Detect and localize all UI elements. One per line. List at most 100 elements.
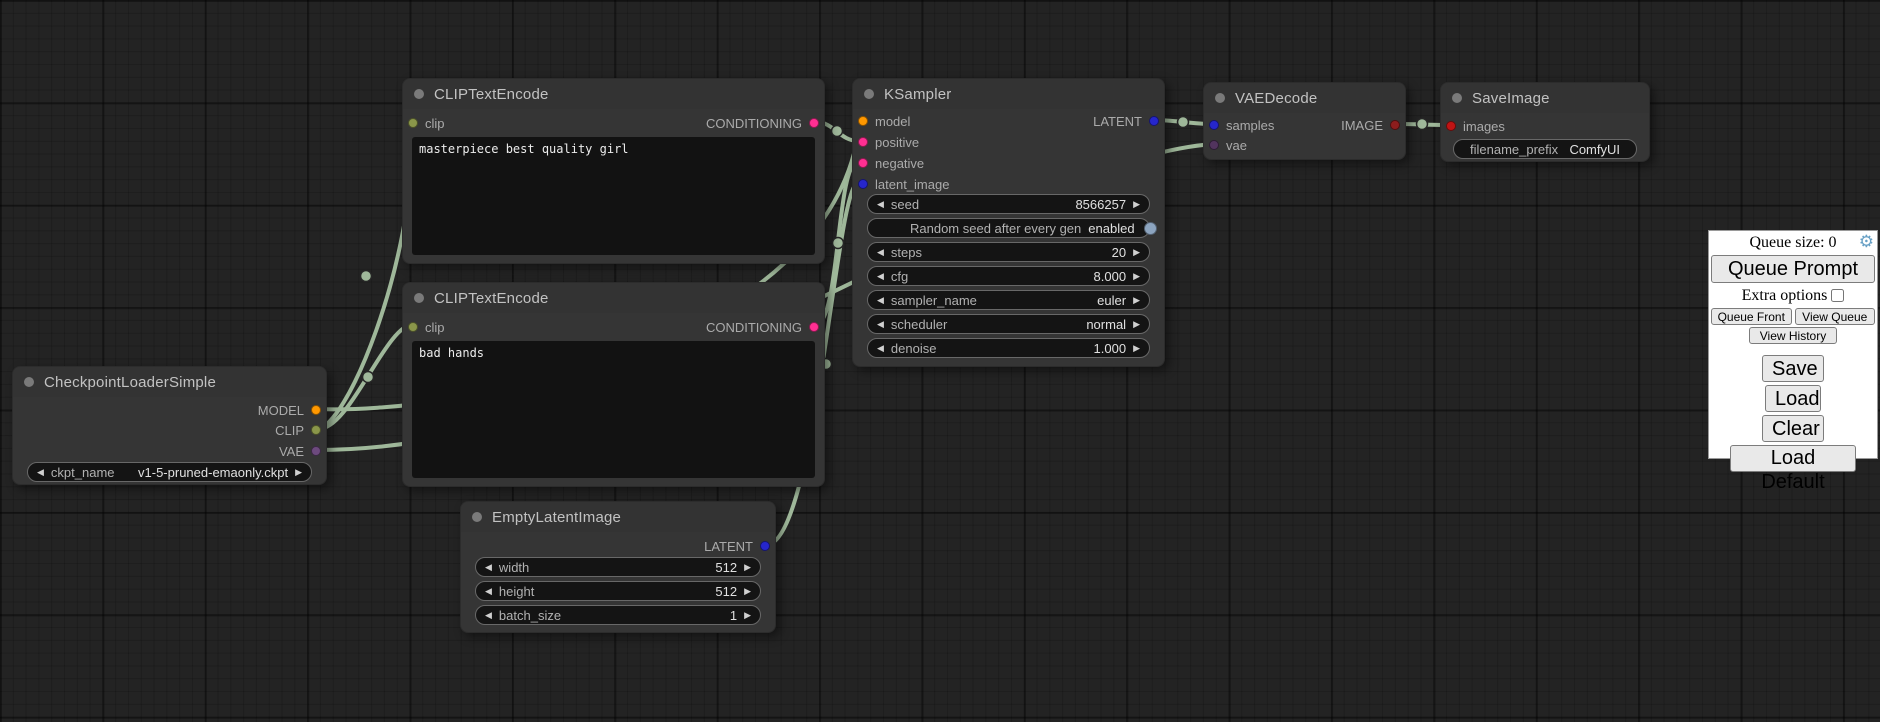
link-midpoint-dot xyxy=(1178,117,1189,128)
decrement-arrow-icon[interactable]: ◀ xyxy=(877,314,884,334)
increment-arrow-icon[interactable]: ▶ xyxy=(744,581,751,601)
decrement-arrow-icon[interactable]: ◀ xyxy=(877,290,884,310)
vae-input-port[interactable] xyxy=(1209,140,1219,150)
increment-arrow-icon[interactable]: ▶ xyxy=(1133,266,1140,286)
decrement-arrow-icon[interactable]: ◀ xyxy=(877,194,884,214)
toggle-on-indicator[interactable] xyxy=(1144,222,1157,235)
view-queue-button[interactable]: View Queue xyxy=(1795,308,1876,325)
negative-prompt-textarea[interactable]: bad hands xyxy=(412,341,815,478)
conditioning-output-port[interactable] xyxy=(809,118,819,128)
node-title: CheckpointLoaderSimple xyxy=(44,374,216,391)
node-ksampler[interactable]: KSampler model positive negative latent_… xyxy=(852,78,1165,367)
node-title: EmptyLatentImage xyxy=(492,509,621,526)
clip-input-port[interactable] xyxy=(408,322,418,332)
node-collapse-dot[interactable] xyxy=(472,512,482,522)
sampler-name-combo-widget[interactable]: ◀ sampler_name euler ▶ xyxy=(867,290,1150,310)
save-button[interactable]: Save xyxy=(1762,355,1824,382)
node-title-bar[interactable]: KSampler xyxy=(853,79,1164,109)
height-number-widget[interactable]: ◀ height 512 ▶ xyxy=(475,581,761,601)
positive-prompt-textarea[interactable]: masterpiece best quality girl xyxy=(412,137,815,255)
decrement-arrow-icon[interactable]: ◀ xyxy=(37,462,44,482)
node-vae-decode[interactable]: VAEDecode samples vae IMAGE xyxy=(1203,82,1406,160)
node-collapse-dot[interactable] xyxy=(864,89,874,99)
increment-arrow-icon[interactable]: ▶ xyxy=(744,557,751,577)
input-row-vae: vae xyxy=(1209,135,1247,155)
negative-input-port[interactable] xyxy=(858,158,868,168)
load-default-button[interactable]: Load Default xyxy=(1730,445,1856,472)
increment-arrow-icon[interactable]: ▶ xyxy=(1133,338,1140,358)
output-row-clip: CLIP xyxy=(275,420,321,440)
node-title-bar[interactable]: SaveImage xyxy=(1441,83,1649,113)
increment-arrow-icon[interactable]: ▶ xyxy=(744,605,751,625)
clip-output-port[interactable] xyxy=(311,425,321,435)
node-collapse-dot[interactable] xyxy=(1452,93,1462,103)
filename-prefix-text-widget[interactable]: filename_prefix ComfyUI xyxy=(1453,139,1637,159)
batch-size-number-widget[interactable]: ◀ batch_size 1 ▶ xyxy=(475,605,761,625)
decrement-arrow-icon[interactable]: ◀ xyxy=(485,581,492,601)
latent-output-port[interactable] xyxy=(760,541,770,551)
node-collapse-dot[interactable] xyxy=(24,377,34,387)
clear-button[interactable]: Clear xyxy=(1762,415,1824,442)
node-title-bar[interactable]: VAEDecode xyxy=(1204,83,1405,113)
node-title: SaveImage xyxy=(1472,90,1550,107)
node-title: VAEDecode xyxy=(1235,90,1317,107)
conditioning-output-port[interactable] xyxy=(809,322,819,332)
node-title-bar[interactable]: CheckpointLoaderSimple xyxy=(13,367,326,397)
model-output-port[interactable] xyxy=(311,405,321,415)
node-graph-canvas[interactable]: CheckpointLoaderSimple MODEL CLIP VAE ◀ … xyxy=(0,0,1880,722)
node-empty-latent-image[interactable]: EmptyLatentImage LATENT ◀ width 512 ▶ ◀ … xyxy=(460,501,776,633)
node-title-bar[interactable]: EmptyLatentImage xyxy=(461,502,775,532)
scheduler-combo-widget[interactable]: ◀ scheduler normal ▶ xyxy=(867,314,1150,334)
node-title-bar[interactable]: CLIPTextEncode xyxy=(403,283,824,313)
link-midpoint-dot xyxy=(832,126,843,137)
model-input-port[interactable] xyxy=(858,116,868,126)
view-history-button[interactable]: View History xyxy=(1749,327,1837,344)
decrement-arrow-icon[interactable]: ◀ xyxy=(485,557,492,577)
seed-number-widget[interactable]: ◀ seed 8566257 ▶ xyxy=(867,194,1150,214)
settings-gear-icon[interactable]: ⚙ xyxy=(1859,233,1874,250)
width-number-widget[interactable]: ◀ width 512 ▶ xyxy=(475,557,761,577)
node-clip-text-encode-negative[interactable]: CLIPTextEncode clip CONDITIONING bad han… xyxy=(402,282,825,487)
ckpt-name-combo-widget[interactable]: ◀ ckpt_name v1-5-pruned-emaonly.ckpt ▶ xyxy=(27,462,312,482)
increment-arrow-icon[interactable]: ▶ xyxy=(295,462,302,482)
vae-output-port[interactable] xyxy=(311,446,321,456)
extra-options-checkbox[interactable] xyxy=(1831,289,1844,302)
latent-output-port[interactable] xyxy=(1149,116,1159,126)
node-save-image[interactable]: SaveImage images filename_prefix ComfyUI xyxy=(1440,82,1650,162)
decrement-arrow-icon[interactable]: ◀ xyxy=(877,266,884,286)
node-title-bar[interactable]: CLIPTextEncode xyxy=(403,79,824,109)
queue-front-button[interactable]: Queue Front xyxy=(1711,308,1792,325)
increment-arrow-icon[interactable]: ▶ xyxy=(1133,242,1140,262)
node-clip-text-encode-positive[interactable]: CLIPTextEncode clip CONDITIONING masterp… xyxy=(402,78,825,264)
image-output-port[interactable] xyxy=(1390,120,1400,130)
output-row-conditioning: CONDITIONING xyxy=(706,317,819,337)
increment-arrow-icon[interactable]: ▶ xyxy=(1133,290,1140,310)
link-midpoint-dot xyxy=(833,238,844,249)
decrement-arrow-icon[interactable]: ◀ xyxy=(877,242,884,262)
node-collapse-dot[interactable] xyxy=(414,293,424,303)
wire-clip-to-negative-encode xyxy=(317,324,414,429)
input-row-clip: clip xyxy=(408,317,445,337)
input-row-samples: samples xyxy=(1209,115,1274,135)
increment-arrow-icon[interactable]: ▶ xyxy=(1133,314,1140,334)
images-input-port[interactable] xyxy=(1446,121,1456,131)
node-checkpoint-loader-simple[interactable]: CheckpointLoaderSimple MODEL CLIP VAE ◀ … xyxy=(12,366,327,485)
widget-value[interactable]: v1-5-pruned-emaonly.ckpt xyxy=(138,465,288,480)
positive-input-port[interactable] xyxy=(858,137,868,147)
denoise-number-widget[interactable]: ◀ denoise 1.000 ▶ xyxy=(867,338,1150,358)
queue-control-panel: Queue size: 0 ⚙ Queue Prompt Extra optio… xyxy=(1708,230,1878,459)
steps-number-widget[interactable]: ◀ steps 20 ▶ xyxy=(867,242,1150,262)
node-collapse-dot[interactable] xyxy=(414,89,424,99)
increment-arrow-icon[interactable]: ▶ xyxy=(1133,194,1140,214)
input-row-positive: positive xyxy=(858,132,919,152)
random-seed-toggle-widget[interactable]: Random seed after every gen enabled xyxy=(867,218,1150,238)
queue-prompt-button[interactable]: Queue Prompt xyxy=(1711,255,1875,283)
clip-input-port[interactable] xyxy=(408,118,418,128)
node-collapse-dot[interactable] xyxy=(1215,93,1225,103)
load-button[interactable]: Load xyxy=(1765,385,1821,412)
latent-image-input-port[interactable] xyxy=(858,179,868,189)
samples-input-port[interactable] xyxy=(1209,120,1219,130)
cfg-number-widget[interactable]: ◀ cfg 8.000 ▶ xyxy=(867,266,1150,286)
decrement-arrow-icon[interactable]: ◀ xyxy=(485,605,492,625)
decrement-arrow-icon[interactable]: ◀ xyxy=(877,338,884,358)
